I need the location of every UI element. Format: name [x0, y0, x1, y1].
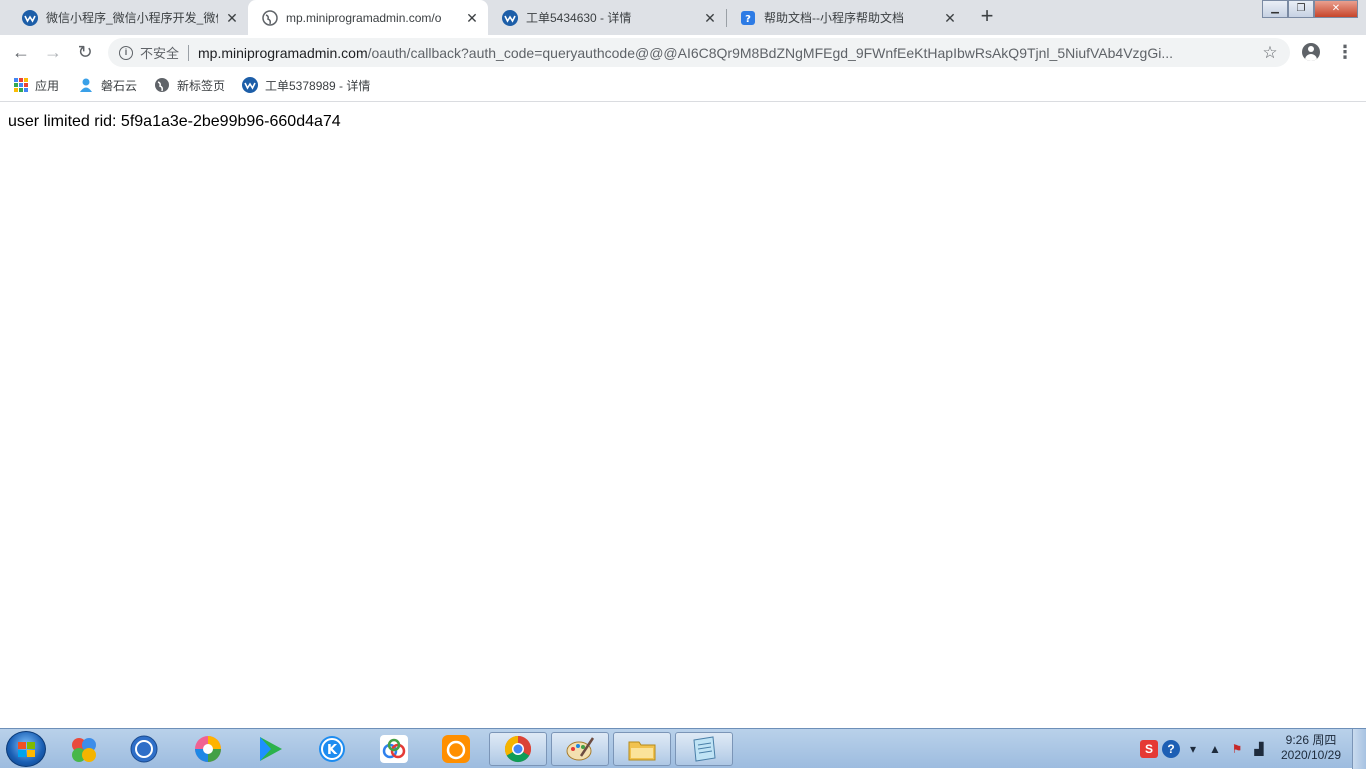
flag-alert-icon[interactable]: ⚑ [1228, 740, 1246, 758]
help-doc-icon: ? [741, 10, 755, 25]
tab-ticket-5434630[interactable]: 工单5434630 - 详情 ✕ [488, 0, 726, 35]
error-message: user limited rid: 5f9a1a3e-2be99b96-660d… [8, 113, 341, 130]
address-bar[interactable]: i 不安全 mp.miniprogramadmin.com/oauth/call… [108, 38, 1290, 67]
tab-title: 帮助文档--小程序帮助文档 [764, 11, 904, 25]
forward-button[interactable]: → [40, 40, 66, 64]
url-text[interactable]: mp.miniprogramadmin.com/oauth/callback?a… [198, 45, 1259, 61]
bookmark-new-tab[interactable]: 新标签页 [154, 75, 225, 95]
browser-menu-icon[interactable]: ⋮ [1336, 41, 1354, 63]
windows-start-icon[interactable] [6, 731, 46, 767]
new-tab-button[interactable]: + [972, 3, 1002, 31]
globe-icon [262, 9, 278, 26]
bookmarks-bar: 应用 磐石云 新标签页 工单5378989 - 详情 [0, 69, 1366, 102]
notepad-icon[interactable] [675, 732, 733, 766]
page-content: user limited rid: 5f9a1a3e-2be99b96-660d… [0, 103, 1366, 728]
apps-grid-icon [14, 78, 28, 92]
close-window-button[interactable]: ✕ [1314, 0, 1358, 18]
browser-toolbar: ← → ↻ i 不安全 mp.miniprogramadmin.com/oaut… [0, 35, 1366, 69]
tab-miniprogramadmin[interactable]: mp.miniprogramadmin.com/o ✕ [248, 0, 488, 35]
keyboard-layout-icon[interactable]: ▾ [1184, 740, 1202, 758]
tab-title: 微信小程序_微信小程序开发_微信 [46, 11, 218, 25]
baidu-netdisk-icon[interactable] [376, 732, 412, 766]
tab-close-button[interactable]: ✕ [224, 10, 240, 26]
tab-close-button[interactable]: ✕ [464, 10, 480, 26]
svg-text:K: K [327, 743, 338, 758]
bookmark-label: 磐石云 [101, 78, 138, 93]
clock-date: 2020/10/29 [1280, 748, 1342, 762]
tab-close-button[interactable]: ✕ [702, 10, 718, 26]
sogou-browser-icon[interactable] [126, 732, 162, 766]
video-player-icon[interactable] [252, 732, 288, 766]
tab-title: mp.miniprogramadmin.com/o [286, 10, 442, 25]
color-balls-icon[interactable] [66, 732, 102, 766]
url-path: /oauth/callback?auth_code=queryauthcode@… [367, 44, 1174, 61]
security-status[interactable]: 不安全 [140, 43, 179, 62]
bookmark-star-icon[interactable]: ☆ [1259, 43, 1281, 63]
reload-button[interactable]: ↻ [72, 40, 98, 64]
minimize-button[interactable]: ▁ [1262, 0, 1288, 18]
svg-text:?: ? [745, 14, 751, 25]
taskbar-clock[interactable]: 9:26 周四 2020/10/29 [1276, 733, 1346, 763]
tab-title: 工单5434630 - 详情 [526, 11, 632, 25]
bookmark-label: 应用 [35, 78, 60, 93]
windows-taskbar: K S ? ▾ ▲ ⚑ ▟ 9:26 周四 2020/10/29 [0, 728, 1366, 769]
bookmark-label: 新标签页 [177, 78, 226, 93]
uc-browser-icon[interactable] [438, 732, 474, 766]
system-tray: S ? ▾ ▲ ⚑ ▟ [1138, 729, 1270, 769]
sogou-input-icon[interactable]: S [1140, 740, 1158, 758]
url-host: mp.miniprogramadmin.com [198, 44, 368, 61]
network-signal-icon[interactable]: ▟ [1250, 740, 1268, 758]
tab-strip: 微信小程序_微信小程序开发_微信 ✕ mp.miniprogramadmin.c… [0, 0, 1366, 35]
show-desktop-button[interactable] [1352, 729, 1366, 769]
bookmark-apps[interactable]: 应用 [14, 75, 59, 95]
site-info-icon[interactable]: i [119, 45, 133, 60]
bookmark-panshiyun[interactable]: 磐石云 [78, 75, 137, 95]
tab-close-button[interactable]: ✕ [942, 10, 958, 26]
clock-time: 9:26 周四 [1285, 733, 1337, 747]
file-explorer-icon[interactable] [613, 732, 671, 766]
omnibox-separator [188, 44, 190, 61]
avatar-body [1305, 54, 1317, 61]
wechat-mp-icon [22, 9, 38, 26]
show-hidden-icons-icon[interactable]: ▲ [1206, 740, 1224, 758]
tab-help-docs[interactable]: ? 帮助文档--小程序帮助文档 ✕ [726, 0, 966, 35]
maximize-button[interactable]: ❐ [1288, 0, 1314, 18]
tab-wechat-miniprogram[interactable]: 微信小程序_微信小程序开发_微信 ✕ [8, 0, 248, 35]
photo-viewer-icon[interactable] [190, 732, 226, 766]
wechat-mp-icon [242, 77, 258, 93]
bookmark-label: 工单5378989 - 详情 [265, 78, 371, 93]
chrome-icon[interactable] [489, 732, 547, 766]
help-icon[interactable]: ? [1162, 740, 1180, 758]
back-button[interactable]: ← [8, 40, 34, 64]
avatar-head [1308, 46, 1314, 52]
profile-avatar-icon[interactable] [1302, 43, 1320, 61]
wechat-mp-icon [502, 9, 518, 26]
window-controls: ▁ ❐ ✕ [1262, 0, 1358, 18]
windows-flag [18, 742, 35, 757]
bookmark-ticket-5378989[interactable]: 工单5378989 - 详情 [242, 75, 370, 95]
globe-icon [155, 78, 169, 92]
kugou-music-icon[interactable]: K [314, 732, 350, 766]
paint-icon[interactable] [551, 732, 609, 766]
user-icon [80, 78, 92, 92]
